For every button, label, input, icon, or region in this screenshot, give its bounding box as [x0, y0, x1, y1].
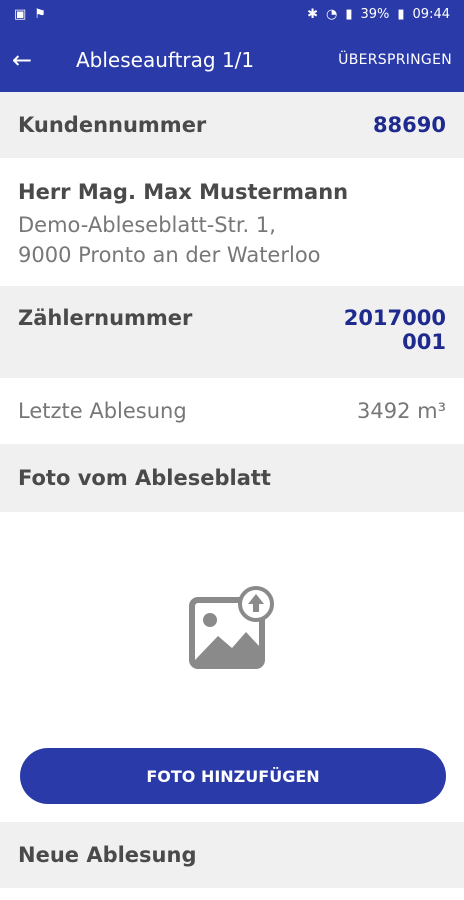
new-reading-label: Neue Ablesung — [18, 843, 197, 867]
image-upload-icon[interactable] — [186, 584, 278, 676]
flag-icon: ⚑ — [34, 6, 46, 22]
page-title: Ableseauftrag 1/1 — [76, 48, 255, 72]
clock: 09:44 — [412, 6, 450, 22]
skip-button[interactable]: ÜBERSPRINGEN — [338, 52, 452, 68]
photo-section-label: Foto vom Ableseblatt — [18, 466, 271, 490]
app-bar: ← Ableseauftrag 1/1 ÜBERSPRINGEN — [0, 28, 464, 92]
customer-number-value: 88690 — [372, 113, 446, 137]
new-reading-row: Neue Ablesung — [0, 822, 464, 888]
customer-address-block: Herr Mag. Max Mustermann Demo-Ableseblat… — [0, 158, 464, 286]
add-photo-button[interactable]: FOTO HINZUFÜGEN — [20, 748, 446, 804]
last-reading-value: 3492 m³ — [357, 399, 446, 423]
meter-number-row: Zählernummer 2017000 001 — [0, 286, 464, 378]
customer-number-row: Kundennummer 88690 — [0, 92, 464, 158]
battery-icon: ▮ — [397, 6, 405, 22]
last-reading-label: Letzte Ablesung — [18, 399, 187, 423]
back-arrow-icon[interactable]: ← — [12, 46, 52, 74]
address-line-2: 9000 Pronto an der Waterloo — [18, 243, 321, 267]
meter-number-value-line2: 001 — [402, 330, 446, 354]
battery-percent: 39% — [360, 6, 390, 22]
gallery-icon: ▣ — [14, 6, 27, 22]
status-bar: ▣ ⚑ ✱ ◔ ▮ 39% ▮ 09:44 — [0, 0, 464, 28]
meter-number-label: Zählernummer — [18, 306, 193, 330]
signal-icon: ▮ — [345, 6, 353, 22]
meter-number-value-line1: 2017000 — [343, 306, 446, 330]
photo-placeholder-area[interactable] — [0, 512, 464, 748]
customer-name: Herr Mag. Max Mustermann — [18, 180, 349, 204]
last-reading-row: Letzte Ablesung 3492 m³ — [0, 378, 464, 444]
bluetooth-icon: ✱ — [307, 6, 318, 22]
customer-number-label: Kundennummer — [18, 113, 207, 137]
photo-section-header: Foto vom Ableseblatt — [0, 444, 464, 512]
meter-number-value: 2017000 001 — [344, 306, 446, 354]
wifi-icon: ◔ — [325, 6, 338, 22]
address-line-1: Demo-Ableseblatt-Str. 1, — [18, 213, 276, 237]
